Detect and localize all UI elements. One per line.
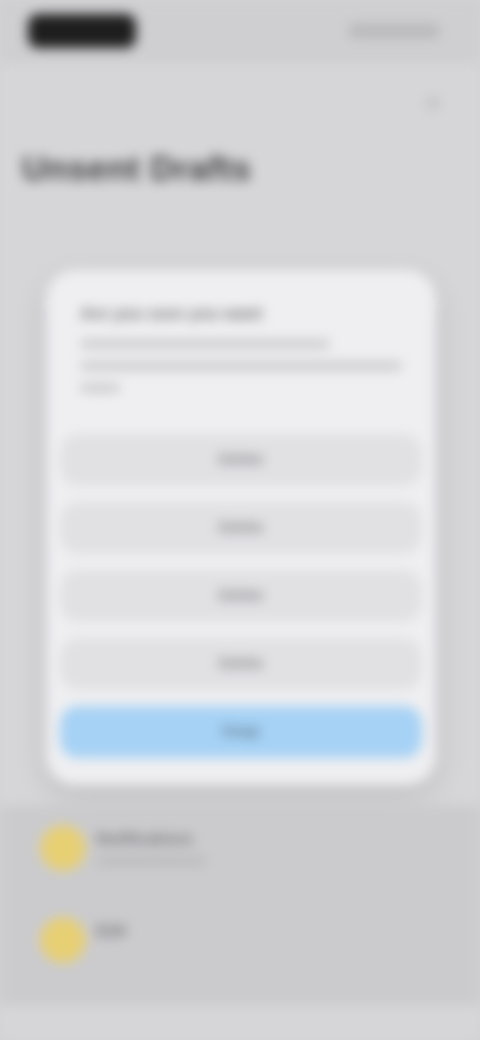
dialog-title: Are you sure you want: [80, 304, 263, 323]
list-item-label: Edit: [96, 923, 127, 940]
edit-icon: [40, 917, 86, 963]
confirm-dialog: Are you sure you want Delete Delete Dele…: [46, 270, 436, 785]
dialog-button-3[interactable]: Delete: [60, 570, 422, 622]
status-time: 1:59: [28, 14, 136, 48]
status-indicators: [348, 24, 440, 38]
dialog-button-1[interactable]: Delete: [60, 434, 422, 486]
list-item[interactable]: Notifications: [40, 825, 440, 881]
page-title: Unsent Drafts: [22, 150, 252, 188]
dialog-text-line: [80, 362, 402, 370]
blurred-screen: 1:59 Unsent Drafts Are you sure you want…: [0, 0, 480, 1040]
dialog-primary-button[interactable]: Keep: [60, 706, 422, 758]
list-item-label: Notifications: [96, 831, 193, 848]
list-item[interactable]: Edit: [40, 917, 440, 973]
settings-list: Notifications Edit: [0, 805, 480, 1005]
dialog-text-line: [80, 340, 330, 348]
status-bar: 1:59: [0, 0, 480, 64]
dialog-button-2[interactable]: Delete: [60, 502, 422, 554]
bell-icon: [40, 825, 86, 871]
dialog-button-4[interactable]: Delete: [60, 638, 422, 690]
list-item-subtitle: [96, 857, 206, 865]
dialog-text-line: [80, 384, 120, 392]
close-icon[interactable]: [426, 96, 440, 110]
